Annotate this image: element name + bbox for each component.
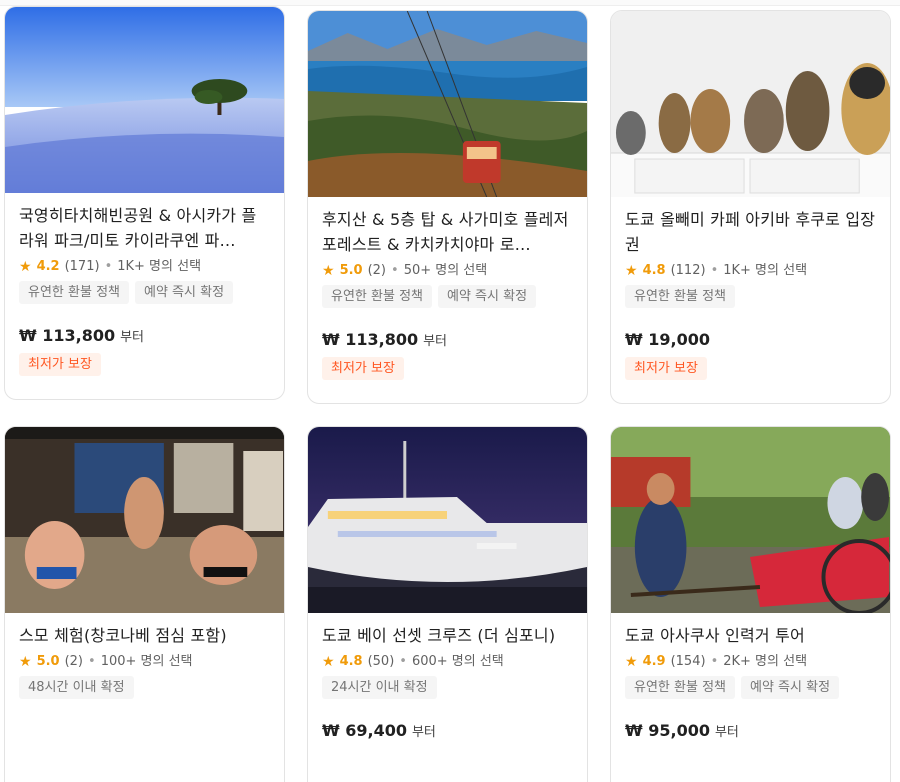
rating-row: ★ 4.8 (112) • 1K+ 명의 선택 bbox=[625, 263, 876, 279]
tag: 예약 즉시 확정 bbox=[438, 285, 537, 308]
ropeway-lake-photo bbox=[308, 11, 587, 197]
popularity-text: 600+ 명의 선택 bbox=[411, 654, 504, 669]
owl-cafe-photo bbox=[611, 11, 890, 197]
card-title[interactable]: 후지산 & 5층 탑 & 사가미호 플레저 포레스트 & 카치카치야마 로… bbox=[322, 207, 573, 257]
popularity-text: 1K+ 명의 선택 bbox=[117, 259, 202, 274]
popularity-text: 2K+ 명의 선택 bbox=[723, 654, 808, 669]
cruise-ship-photo bbox=[308, 427, 587, 613]
review-count: (154) bbox=[670, 654, 706, 669]
lowest-price-badge: 최저가 보장 bbox=[322, 357, 404, 380]
tag-list: 유연한 환불 정책 예약 즉시 확정 bbox=[19, 281, 270, 304]
activity-card[interactable]: 국영히타치해빈공원 & 아시카가 플라워 파크/미토 카이라쿠엔 파… ★ 4.… bbox=[4, 6, 285, 400]
tag: 유연한 환불 정책 bbox=[625, 676, 735, 699]
rating-value: 5.0 bbox=[339, 263, 363, 278]
star-icon: ★ bbox=[322, 263, 335, 279]
price: ₩ 113,800 부터 bbox=[322, 330, 573, 349]
price-amount: ₩ 95,000 bbox=[625, 721, 710, 740]
tag: 예약 즉시 확정 bbox=[741, 676, 840, 699]
separator-dot: • bbox=[391, 263, 399, 278]
tag: 유연한 환불 정책 bbox=[322, 285, 432, 308]
tag: 유연한 환불 정책 bbox=[625, 285, 735, 308]
activity-card[interactable]: 스모 체험(창코나베 점심 포함) ★ 5.0 (2) • 100+ 명의 선택… bbox=[4, 426, 285, 782]
price-suffix: 부터 bbox=[423, 334, 448, 349]
lowest-price-badge: 최저가 보장 bbox=[19, 353, 101, 376]
rating-row: ★ 5.0 (2) • 100+ 명의 선택 bbox=[19, 654, 270, 670]
flower-field-photo bbox=[5, 7, 284, 193]
star-icon: ★ bbox=[322, 654, 335, 670]
card-title[interactable]: 도쿄 올빼미 카페 아키바 후쿠로 입장권 bbox=[625, 207, 876, 257]
price: ₩ 113,800 부터 bbox=[19, 326, 270, 345]
rating-value: 4.8 bbox=[339, 654, 363, 669]
card-title[interactable]: 도쿄 아사쿠사 인력거 투어 bbox=[625, 623, 876, 648]
activity-card[interactable]: 도쿄 올빼미 카페 아키바 후쿠로 입장권 ★ 4.8 (112) • 1K+ … bbox=[610, 10, 891, 404]
tag: 24시간 이내 확정 bbox=[322, 676, 437, 699]
popularity-text: 100+ 명의 선택 bbox=[100, 654, 193, 669]
rating-row: ★ 4.8 (50) • 600+ 명의 선택 bbox=[322, 654, 573, 670]
price-suffix: 부터 bbox=[411, 725, 436, 740]
separator-dot: • bbox=[88, 654, 96, 669]
review-count: (50) bbox=[367, 654, 395, 669]
card-title[interactable]: 국영히타치해빈공원 & 아시카가 플라워 파크/미토 카이라쿠엔 파… bbox=[19, 203, 270, 253]
tag: 예약 즉시 확정 bbox=[135, 281, 234, 304]
price-suffix: 부터 bbox=[714, 725, 739, 740]
activity-card[interactable]: 도쿄 아사쿠사 인력거 투어 ★ 4.9 (154) • 2K+ 명의 선택 유… bbox=[610, 426, 891, 782]
price-amount: ₩ 113,800 bbox=[19, 326, 116, 345]
rickshaw-photo bbox=[611, 427, 890, 613]
tag-list: 24시간 이내 확정 bbox=[322, 676, 573, 699]
card-title[interactable]: 도쿄 베이 선셋 크루즈 (더 심포니) bbox=[322, 623, 573, 648]
star-icon: ★ bbox=[19, 654, 32, 670]
price-suffix: 부터 bbox=[120, 330, 145, 345]
separator-dot: • bbox=[399, 654, 407, 669]
tag: 48시간 이내 확정 bbox=[19, 676, 134, 699]
price-amount: ₩ 19,000 bbox=[625, 330, 710, 349]
review-count: (171) bbox=[64, 259, 100, 274]
popularity-text: 1K+ 명의 선택 bbox=[723, 263, 808, 278]
tag-list: 유연한 환불 정책 예약 즉시 확정 bbox=[322, 285, 573, 308]
separator-dot: • bbox=[710, 263, 719, 278]
rating-row: ★ 5.0 (2) • 50+ 명의 선택 bbox=[322, 263, 573, 279]
activity-card[interactable]: 후지산 & 5층 탑 & 사가미호 플레저 포레스트 & 카치카치야마 로… ★… bbox=[307, 10, 588, 404]
price: ₩ 95,000 부터 bbox=[625, 721, 876, 740]
rating-row: ★ 4.2 (171) • 1K+ 명의 선택 bbox=[19, 259, 270, 275]
sumo-photo bbox=[5, 427, 284, 613]
rating-row: ★ 4.9 (154) • 2K+ 명의 선택 bbox=[625, 654, 876, 670]
tag-list: 48시간 이내 확정 bbox=[19, 676, 270, 699]
rating-value: 4.8 bbox=[642, 263, 666, 278]
price-amount: ₩ 113,800 bbox=[322, 330, 419, 349]
separator-dot: • bbox=[710, 654, 719, 669]
star-icon: ★ bbox=[19, 259, 32, 275]
price: ₩ 19,000 bbox=[625, 330, 876, 349]
star-icon: ★ bbox=[625, 263, 638, 279]
rating-value: 5.0 bbox=[36, 654, 60, 669]
activity-card[interactable]: 도쿄 베이 선셋 크루즈 (더 심포니) ★ 4.8 (50) • 600+ 명… bbox=[307, 426, 588, 782]
rating-value: 4.2 bbox=[36, 259, 60, 274]
review-count: (2) bbox=[367, 263, 387, 278]
rating-value: 4.9 bbox=[642, 654, 666, 669]
review-count: (2) bbox=[64, 654, 84, 669]
popularity-text: 50+ 명의 선택 bbox=[403, 263, 488, 278]
price: ₩ 69,400 부터 bbox=[322, 721, 573, 740]
lowest-price-badge: 최저가 보장 bbox=[625, 357, 707, 380]
tag: 유연한 환불 정책 bbox=[19, 281, 129, 304]
tag-list: 유연한 환불 정책 예약 즉시 확정 bbox=[625, 676, 876, 699]
card-title[interactable]: 스모 체험(창코나베 점심 포함) bbox=[19, 623, 270, 648]
review-count: (112) bbox=[670, 263, 706, 278]
separator-dot: • bbox=[104, 259, 113, 274]
price-amount: ₩ 69,400 bbox=[322, 721, 407, 740]
tag-list: 유연한 환불 정책 bbox=[625, 285, 876, 308]
star-icon: ★ bbox=[625, 654, 638, 670]
